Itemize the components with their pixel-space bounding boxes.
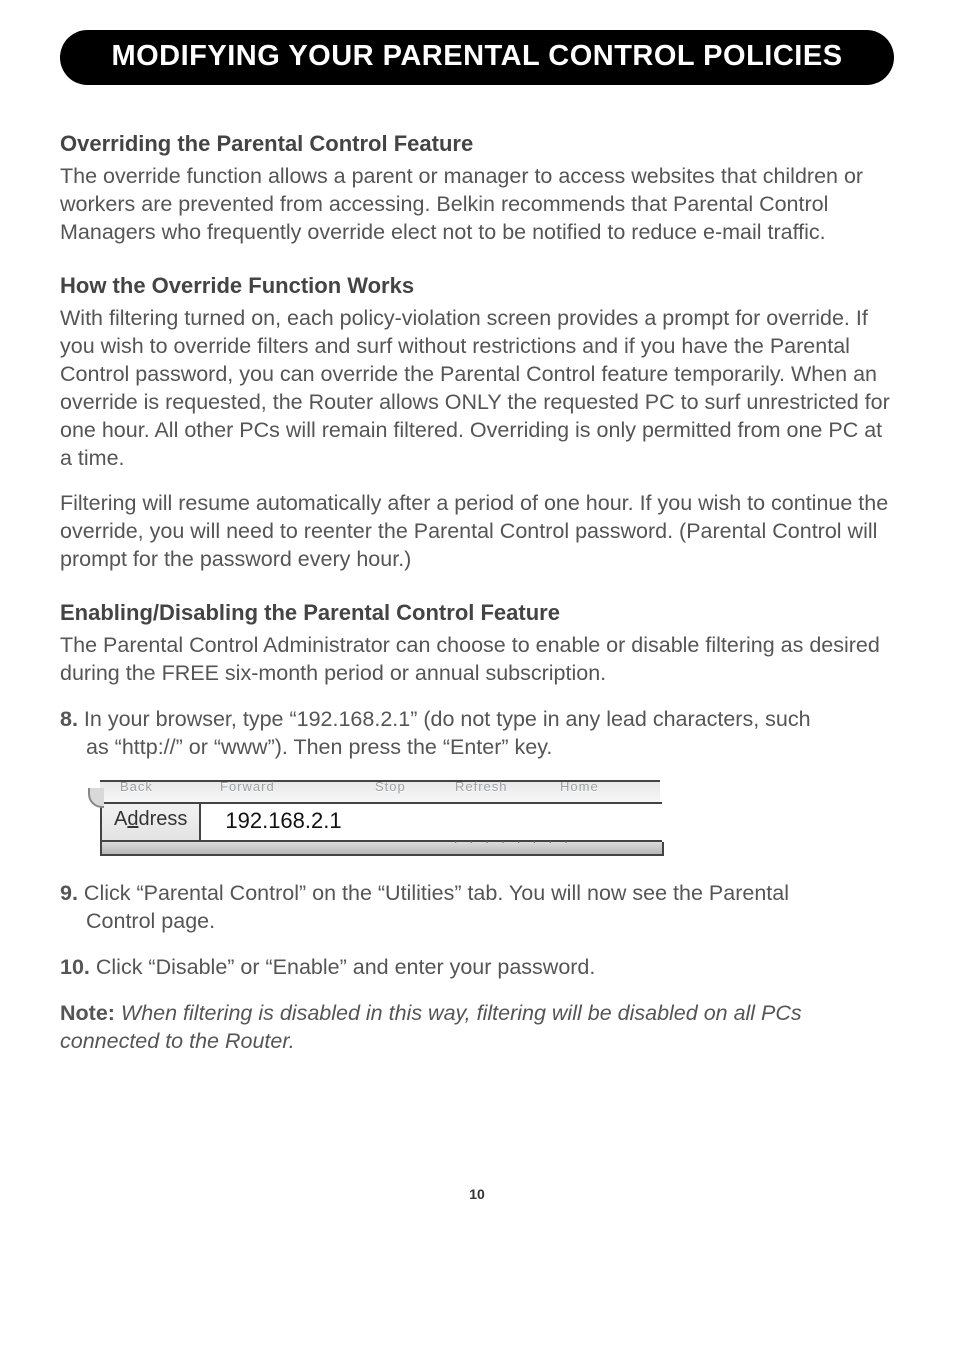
step-9: 9. Click “Parental Control” on the “Util… [60,880,894,936]
note-label: Note: [60,1001,115,1025]
step-text: as “http://” or “www”). Then press the “… [86,734,894,762]
step-text: In your browser, type “192.168.2.1” (do … [84,707,811,731]
note-body: When filtering is disabled in this way, … [60,1001,802,1053]
section-body: The override function allows a parent or… [60,163,894,247]
figure-dots-icon: . . . . . . . . [454,830,572,846]
figure-bottom-strip: . . . . . . . . [100,842,664,856]
step-text: Control page. [86,908,894,936]
ghost-label: Refresh [455,779,508,794]
page-title-bar: MODIFYING YOUR PARENTAL CONTROL POLICIES [60,30,894,85]
ghost-label: Forward [220,779,275,794]
ghost-label: Stop [375,779,406,794]
figure-toolbar-fragment: Back Forward Stop Refresh Home [100,780,660,802]
address-input[interactable]: 192.168.2.1 [201,804,662,840]
address-bar-figure: Back Forward Stop Refresh Home Address 1… [100,780,894,856]
address-label-button[interactable]: Address [102,804,201,840]
page-number: 10 [60,1186,894,1202]
ghost-label: Back [120,779,153,794]
section-body: Filtering will resume automatically afte… [60,490,894,574]
section-body: The Parental Control Administrator can c… [60,632,894,688]
step-text: Click “Disable” or “Enable” and enter yo… [96,955,596,979]
section-body: With filtering turned on, each policy-vi… [60,305,894,473]
ghost-label: Home [560,779,599,794]
step-number: 10. [60,955,90,979]
figure-page-curl-icon [88,788,104,808]
step-10: 10. Click “Disable” or “Enable” and ente… [60,954,894,982]
step-number: 9. [60,881,78,905]
address-bar-row: Address 192.168.2.1 [100,802,662,842]
page-title: MODIFYING YOUR PARENTAL CONTROL POLICIES [111,40,842,72]
step-text: Click “Parental Control” on the “Utiliti… [84,881,789,905]
step-number: 8. [60,707,78,731]
section-heading-enable-disable: Enabling/Disabling the Parental Control … [60,600,894,626]
section-heading-override: Overriding the Parental Control Feature [60,131,894,157]
section-heading-how-works: How the Override Function Works [60,273,894,299]
step-8: 8. In your browser, type “192.168.2.1” (… [60,706,894,762]
document-page: MODIFYING YOUR PARENTAL CONTROL POLICIES… [0,0,954,1242]
note: Note: When filtering is disabled in this… [60,1000,894,1056]
